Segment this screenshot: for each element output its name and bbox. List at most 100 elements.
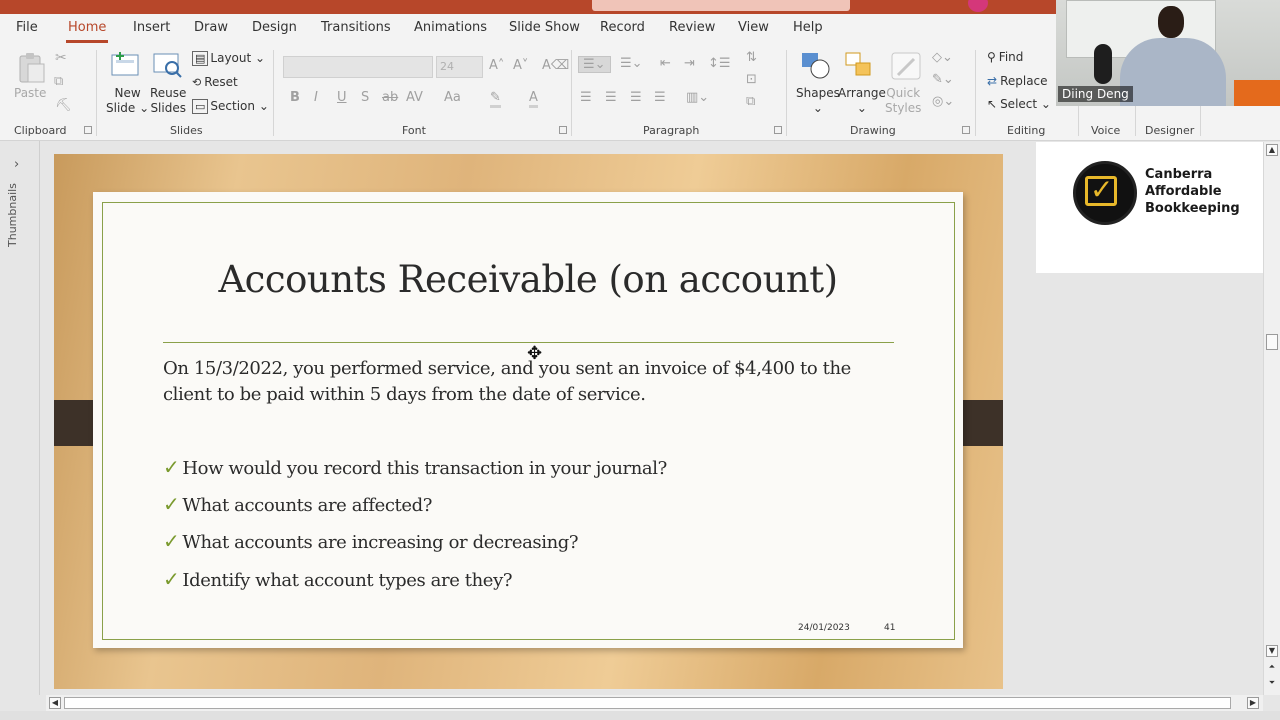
- find-button[interactable]: ⚲ Find: [987, 50, 1023, 64]
- tab-draw[interactable]: Draw: [194, 20, 228, 35]
- highlight-icon[interactable]: ✎: [490, 90, 501, 108]
- clipboard-launcher[interactable]: [84, 126, 92, 134]
- clipboard-group-label: Clipboard: [14, 124, 67, 137]
- paste-icon[interactable]: [14, 52, 48, 84]
- quick-styles-button[interactable]: Quick Styles: [885, 86, 921, 116]
- new-slide-button[interactable]: New Slide ⌄: [106, 86, 149, 116]
- format-painter-icon[interactable]: ⛏: [55, 98, 72, 113]
- participant-name: Diing Deng: [1058, 86, 1133, 102]
- previous-slide-icon[interactable]: ⏶: [1266, 662, 1278, 674]
- bold-icon[interactable]: B: [290, 90, 300, 105]
- microphone: [1094, 44, 1112, 84]
- smartart-icon[interactable]: ⧉: [746, 94, 755, 109]
- align-left-icon[interactable]: ☰: [580, 90, 592, 105]
- tab-view[interactable]: View: [738, 20, 769, 35]
- shape-outline-icon[interactable]: ✎⌄: [932, 72, 954, 87]
- copy-icon[interactable]: ⧉: [54, 74, 63, 89]
- slides-group-label: Slides: [170, 124, 203, 137]
- tab-record[interactable]: Record: [600, 20, 645, 35]
- shape-fill-icon[interactable]: ◇⌄: [932, 50, 953, 65]
- reset-icon: ⟲: [192, 76, 202, 89]
- bullet-item[interactable]: ✓ What accounts are increasing or decreas…: [163, 529, 579, 553]
- shadow-icon[interactable]: S: [361, 90, 369, 105]
- next-slide-icon[interactable]: ⏷: [1266, 678, 1278, 690]
- tab-help[interactable]: Help: [793, 20, 823, 35]
- thumbnails-label: Thumbnails: [6, 183, 19, 247]
- cut-icon[interactable]: ✂: [55, 50, 67, 66]
- bullet-item[interactable]: ✓ How would you record this transaction i…: [163, 455, 667, 479]
- expand-thumbnails-icon[interactable]: ›: [14, 157, 19, 172]
- scroll-down-icon[interactable]: ▼: [1266, 645, 1278, 657]
- tab-slide-show[interactable]: Slide Show: [509, 20, 580, 35]
- tab-insert[interactable]: Insert: [133, 20, 170, 35]
- tab-animations[interactable]: Animations: [414, 20, 487, 35]
- bullet-item[interactable]: ✓ Identify what account types are they?: [163, 567, 512, 591]
- horizontal-scroll-thumb[interactable]: [64, 697, 1231, 709]
- underline-icon[interactable]: U: [337, 90, 347, 105]
- numbering-icon[interactable]: ☰⌄: [620, 56, 643, 71]
- select-button[interactable]: ↖ Select ⌄: [987, 97, 1051, 111]
- scroll-left-icon[interactable]: ◀: [49, 697, 61, 709]
- scroll-up-icon[interactable]: ▲: [1266, 144, 1278, 156]
- character-spacing-icon[interactable]: AV: [406, 90, 423, 105]
- tab-transitions[interactable]: Transitions: [321, 20, 391, 35]
- layout-button[interactable]: ▤ Layout ⌄: [192, 51, 265, 66]
- slide-title[interactable]: Accounts Receivable (on account): [163, 258, 893, 301]
- line-spacing-icon[interactable]: ↕☰: [708, 56, 731, 71]
- increase-font-icon[interactable]: A˄: [489, 58, 504, 73]
- shapes-icon[interactable]: [800, 51, 832, 81]
- align-center-icon[interactable]: ☰: [605, 90, 617, 105]
- text-direction-icon[interactable]: ⇅: [746, 50, 757, 65]
- voice-group-label: Voice: [1091, 124, 1121, 137]
- bullet-item[interactable]: ✓ What accounts are affected?: [163, 492, 432, 516]
- decrease-font-icon[interactable]: A˅: [513, 58, 528, 73]
- section-button[interactable]: ▭ Section ⌄: [192, 99, 269, 114]
- thumbnails-pane[interactable]: › Thumbnails: [0, 141, 40, 695]
- increase-indent-icon[interactable]: ⇥: [684, 56, 695, 71]
- slide-body-text[interactable]: On 15/3/2022, you performed service, and…: [163, 356, 883, 408]
- tab-review[interactable]: Review: [669, 20, 715, 35]
- strikethrough-icon[interactable]: ab: [382, 90, 398, 105]
- shapes-button[interactable]: Shapes ⌄: [796, 86, 840, 116]
- scroll-right-icon[interactable]: ▶: [1247, 697, 1259, 709]
- paragraph-launcher[interactable]: [774, 126, 782, 134]
- scroll-thumb[interactable]: [1266, 334, 1278, 350]
- justify-icon[interactable]: ☰: [654, 90, 666, 105]
- tab-home[interactable]: Home: [65, 20, 109, 43]
- webcam-video: Diing Deng: [1056, 0, 1280, 106]
- clear-formatting-icon[interactable]: A⌫: [542, 58, 569, 73]
- reuse-slides-icon[interactable]: [152, 51, 184, 79]
- arrange-icon[interactable]: [844, 51, 874, 81]
- decrease-indent-icon[interactable]: ⇤: [660, 56, 671, 71]
- tab-file[interactable]: File: [16, 20, 38, 35]
- font-color-icon[interactable]: A: [529, 90, 538, 108]
- bullets-icon[interactable]: ☰⌄: [578, 56, 611, 73]
- font-group-label: Font: [402, 124, 426, 137]
- new-slide-icon[interactable]: [110, 51, 140, 79]
- shape-effects-icon[interactable]: ◎⌄: [932, 94, 954, 109]
- font-launcher[interactable]: [559, 126, 567, 134]
- reuse-slides-button[interactable]: Reuse Slides: [150, 86, 186, 116]
- italic-icon[interactable]: I: [314, 90, 318, 105]
- group-separator: [571, 50, 572, 136]
- drawing-group-label: Drawing: [850, 124, 896, 137]
- arrange-button[interactable]: Arrange ⌄: [838, 86, 886, 116]
- align-right-icon[interactable]: ☰: [630, 90, 642, 105]
- search-box[interactable]: [592, 0, 850, 11]
- user-avatar[interactable]: [968, 0, 988, 12]
- reset-button[interactable]: ⟲ Reset: [192, 75, 238, 89]
- checkmark-icon: ✓: [163, 492, 180, 516]
- font-size-combo[interactable]: 24: [436, 56, 483, 78]
- video-chair: [1234, 80, 1280, 106]
- paste-button[interactable]: Paste: [14, 86, 46, 101]
- tab-design[interactable]: Design: [252, 20, 297, 35]
- columns-icon[interactable]: ▥⌄: [686, 90, 709, 105]
- ribbon-tab-bar: File Home Insert Draw Design Transitions…: [0, 14, 1056, 46]
- change-case-icon[interactable]: Aa: [444, 90, 461, 105]
- quick-styles-icon[interactable]: [890, 51, 922, 81]
- align-text-icon[interactable]: ⊡: [746, 72, 757, 87]
- drawing-launcher[interactable]: [962, 126, 970, 134]
- font-name-combo[interactable]: [283, 56, 433, 78]
- replace-button[interactable]: ⇄ Replace: [987, 74, 1048, 88]
- vertical-scrollbar[interactable]: ▲ ▼ ⏶ ⏷: [1263, 142, 1280, 695]
